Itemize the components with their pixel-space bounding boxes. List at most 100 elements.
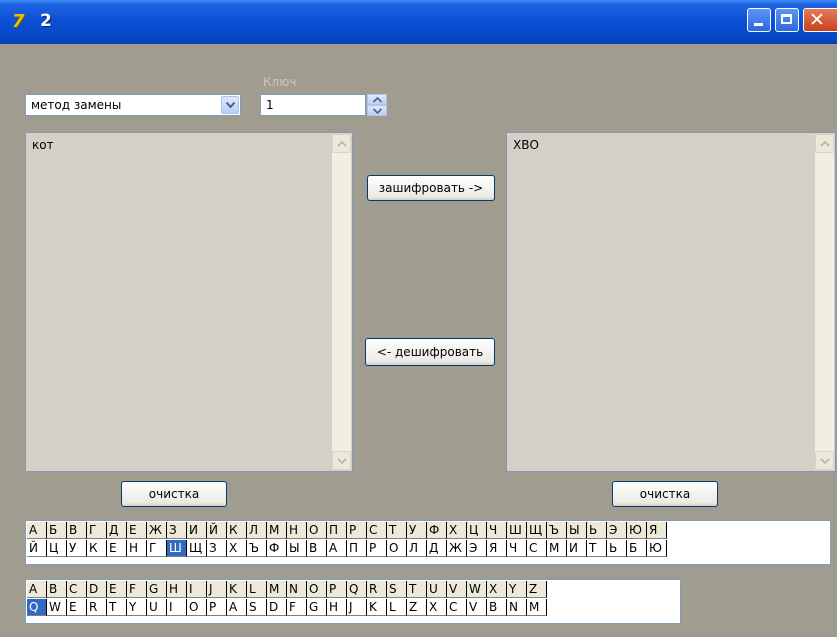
ciphertext-memo[interactable]: ХВО bbox=[506, 132, 836, 472]
substitution-cell-selected[interactable]: Ш bbox=[167, 540, 187, 557]
substitution-cell[interactable]: Й bbox=[27, 540, 47, 557]
substitution-cell[interactable]: S bbox=[247, 599, 267, 616]
substitution-cell[interactable]: О bbox=[387, 540, 407, 557]
alphabet-cell[interactable]: О bbox=[307, 522, 327, 539]
alphabet-cell[interactable]: P bbox=[327, 581, 347, 598]
substitution-cell[interactable]: Б bbox=[627, 540, 647, 557]
alphabet-cell[interactable]: E bbox=[107, 581, 127, 598]
substitution-cell[interactable]: Л bbox=[407, 540, 427, 557]
alphabet-cell[interactable]: Й bbox=[207, 522, 227, 539]
alphabet-cell[interactable]: Б bbox=[47, 522, 67, 539]
alphabet-cell[interactable]: Т bbox=[387, 522, 407, 539]
alphabet-cell[interactable]: X bbox=[487, 581, 507, 598]
substitution-cell[interactable]: W bbox=[47, 599, 67, 616]
substitution-cell[interactable]: O bbox=[187, 599, 207, 616]
substitution-cell[interactable]: G bbox=[307, 599, 327, 616]
english-alphabet-grid[interactable]: ABCDEFGHIJKLMNOPQRSTUVWXYZ QWERTYUIOPASD… bbox=[25, 579, 681, 624]
substitution-cell[interactable]: R bbox=[87, 599, 107, 616]
alphabet-cell[interactable]: У bbox=[407, 522, 427, 539]
substitution-cell[interactable]: C bbox=[447, 599, 467, 616]
substitution-cell[interactable]: E bbox=[67, 599, 87, 616]
alphabet-cell[interactable]: И bbox=[187, 522, 207, 539]
key-spinner[interactable]: 1 bbox=[260, 94, 388, 116]
alphabet-cell[interactable]: C bbox=[67, 581, 87, 598]
alphabet-cell[interactable]: Ю bbox=[627, 522, 647, 539]
substitution-cell[interactable]: M bbox=[527, 599, 547, 616]
substitution-cell[interactable]: А bbox=[327, 540, 347, 557]
substitution-cell[interactable]: T bbox=[107, 599, 127, 616]
ciphertext-scrollbar[interactable] bbox=[815, 134, 834, 470]
alphabet-cell[interactable]: I bbox=[187, 581, 207, 598]
scroll-down-button[interactable] bbox=[815, 451, 834, 470]
substitution-cell[interactable]: B bbox=[487, 599, 507, 616]
alphabet-cell[interactable]: Z bbox=[527, 581, 547, 598]
alphabet-cell[interactable]: Д bbox=[107, 522, 127, 539]
substitution-cell[interactable]: Ъ bbox=[247, 540, 267, 557]
alphabet-cell[interactable]: N bbox=[287, 581, 307, 598]
substitution-cell[interactable]: Ч bbox=[507, 540, 527, 557]
substitution-cell[interactable]: Д bbox=[427, 540, 447, 557]
alphabet-cell[interactable]: Ж bbox=[147, 522, 167, 539]
alphabet-cell[interactable]: Ъ bbox=[547, 522, 567, 539]
alphabet-cell[interactable]: G bbox=[147, 581, 167, 598]
alphabet-cell[interactable]: Н bbox=[287, 522, 307, 539]
alphabet-cell[interactable]: L bbox=[247, 581, 267, 598]
substitution-cell[interactable]: С bbox=[527, 540, 547, 557]
alphabet-cell[interactable]: Q bbox=[347, 581, 367, 598]
substitution-cell[interactable]: Р bbox=[367, 540, 387, 557]
key-input[interactable]: 1 bbox=[260, 94, 366, 116]
substitution-cell[interactable]: L bbox=[387, 599, 407, 616]
spin-up-button[interactable] bbox=[367, 94, 387, 105]
substitution-cell[interactable]: D bbox=[267, 599, 287, 616]
spin-down-button[interactable] bbox=[367, 105, 387, 116]
alphabet-cell[interactable]: П bbox=[327, 522, 347, 539]
alphabet-cell[interactable]: Е bbox=[127, 522, 147, 539]
substitution-cell[interactable]: V bbox=[467, 599, 487, 616]
alphabet-cell[interactable]: V bbox=[447, 581, 467, 598]
alphabet-cell[interactable]: Ь bbox=[587, 522, 607, 539]
alphabet-cell[interactable]: D bbox=[87, 581, 107, 598]
scroll-up-button[interactable] bbox=[815, 134, 834, 153]
substitution-cell[interactable]: K bbox=[367, 599, 387, 616]
alphabet-cell[interactable]: Y bbox=[507, 581, 527, 598]
method-select[interactable]: метод замены bbox=[25, 94, 241, 116]
decrypt-button[interactable]: <- дешифровать bbox=[365, 338, 495, 366]
clear-plaintext-button[interactable]: очистка bbox=[121, 481, 227, 507]
substitution-cell[interactable]: A bbox=[227, 599, 247, 616]
alphabet-cell[interactable]: Я bbox=[647, 522, 667, 539]
scroll-up-button[interactable] bbox=[332, 134, 351, 153]
substitution-cell[interactable]: Х bbox=[227, 540, 247, 557]
alphabet-cell[interactable]: Э bbox=[607, 522, 627, 539]
title-bar[interactable]: 7 2 ✕ bbox=[0, 0, 837, 44]
alphabet-cell[interactable]: Ш bbox=[507, 522, 527, 539]
substitution-cell[interactable]: Ь bbox=[607, 540, 627, 557]
substitution-cell[interactable]: Щ bbox=[187, 540, 207, 557]
alphabet-cell[interactable]: O bbox=[307, 581, 327, 598]
alphabet-cell[interactable]: Ф bbox=[427, 522, 447, 539]
alphabet-cell[interactable]: Г bbox=[87, 522, 107, 539]
alphabet-cell[interactable]: K bbox=[227, 581, 247, 598]
alphabet-cell[interactable]: З bbox=[167, 522, 187, 539]
alphabet-cell[interactable]: Ц bbox=[467, 522, 487, 539]
substitution-cell-selected[interactable]: Q bbox=[27, 599, 47, 616]
alphabet-cell[interactable]: К bbox=[227, 522, 247, 539]
alphabet-cell[interactable]: S bbox=[387, 581, 407, 598]
maximize-button[interactable] bbox=[775, 8, 799, 32]
russian-alphabet-grid[interactable]: АБВГДЕЖЗИЙКЛМНОПРСТУФХЦЧШЩЪЫЬЭЮЯ ЙЦУКЕНГ… bbox=[25, 520, 831, 565]
alphabet-cell[interactable]: А bbox=[27, 522, 47, 539]
dropdown-button[interactable] bbox=[221, 96, 239, 114]
alphabet-cell[interactable]: A bbox=[27, 581, 47, 598]
substitution-cell[interactable]: З bbox=[207, 540, 227, 557]
substitution-cell[interactable]: Ю bbox=[647, 540, 667, 557]
alphabet-cell[interactable]: U bbox=[427, 581, 447, 598]
alphabet-cell[interactable]: J bbox=[207, 581, 227, 598]
substitution-cell[interactable]: В bbox=[307, 540, 327, 557]
clear-ciphertext-button[interactable]: очистка bbox=[612, 481, 718, 507]
substitution-cell[interactable]: М bbox=[547, 540, 567, 557]
substitution-cell[interactable]: U bbox=[147, 599, 167, 616]
substitution-cell[interactable]: Z bbox=[407, 599, 427, 616]
alphabet-cell[interactable]: Р bbox=[347, 522, 367, 539]
alphabet-cell[interactable]: H bbox=[167, 581, 187, 598]
substitution-cell[interactable]: Г bbox=[147, 540, 167, 557]
alphabet-cell[interactable]: M bbox=[267, 581, 287, 598]
